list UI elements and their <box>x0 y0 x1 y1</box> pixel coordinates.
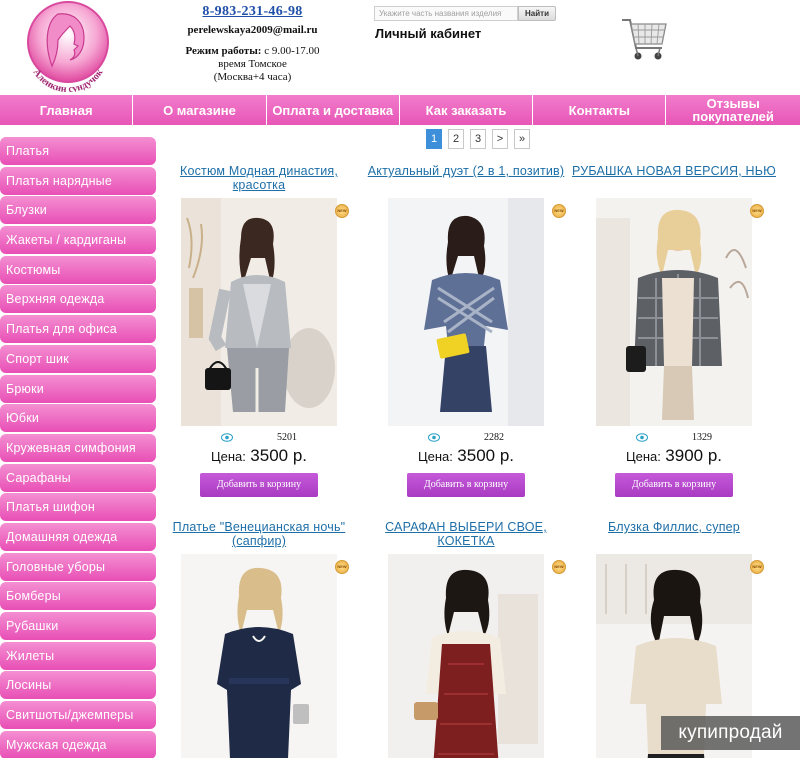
new-badge: NEW <box>552 560 566 574</box>
product-title[interactable]: Платье "Венецианская ночь" (сапфир) <box>154 520 364 548</box>
phone-link[interactable]: 8-983-231-46-98 <box>170 4 335 20</box>
hours-label: Режим работы: <box>185 45 262 57</box>
add-to-cart-button[interactable]: Добавить в корзину <box>407 473 525 497</box>
new-badge: NEW <box>750 204 764 218</box>
product-title[interactable]: РУБАШКА НОВАЯ ВЕРСИЯ, НЬЮ <box>569 164 779 192</box>
sidebar-item-bombers[interactable]: Бомберы <box>0 582 156 611</box>
category-sidebar: Платья Платья нарядные Блузки Жакеты / к… <box>0 137 156 758</box>
hours-zone: время Томское <box>218 58 287 70</box>
hours-value: с 9.00-17.00 <box>264 45 320 57</box>
add-to-cart-button[interactable]: Добавить в корзину <box>615 473 733 497</box>
last-page-button[interactable]: » <box>514 129 530 149</box>
sidebar-item-sweatshirts[interactable]: Свитшоты/джемперы <box>0 701 156 730</box>
account-link[interactable]: Личный кабинет <box>375 26 481 41</box>
product-card: Актуальный дуэт (2 в 1, позитив) NEW 228… <box>361 164 571 497</box>
email-text: perelewskaya2009@mail.ru <box>187 24 318 36</box>
product-card: РУБАШКА НОВАЯ ВЕРСИЯ, НЬЮ NEW 1329 Цена:… <box>569 164 779 497</box>
pagination: 1 2 3 > » <box>426 129 530 149</box>
sidebar-item-dresses[interactable]: Платья <box>0 137 156 165</box>
product-price: Цена: 3500 р. <box>361 446 571 466</box>
views-eye-icon <box>636 433 648 442</box>
sidebar-item-headwear[interactable]: Головные уборы <box>0 552 156 581</box>
product-title[interactable]: САРАФАН ВЫБЕРИ СВОЕ, КОКЕТКА <box>361 520 571 548</box>
product-meta: 1329 <box>569 432 779 443</box>
new-badge: NEW <box>335 560 349 574</box>
nav-reviews[interactable]: Отзывы покупателей <box>666 95 799 125</box>
sidebar-item-shirts[interactable]: Рубашки <box>0 612 156 640</box>
cart-icon[interactable] <box>620 14 670 66</box>
product-photo[interactable]: NEW <box>388 554 566 758</box>
working-hours: Режим работы: с 9.00-17.00 время Томское… <box>170 45 335 84</box>
sidebar-item-suits[interactable]: Костюмы <box>0 255 156 284</box>
watermark: купипродай <box>661 716 800 750</box>
views-count: 1329 <box>692 432 712 443</box>
sidebar-item-chiffon[interactable]: Платья шифон <box>0 493 156 522</box>
sidebar-item-jackets[interactable]: Жакеты / кардиганы <box>0 226 156 255</box>
views-eye-icon <box>428 433 440 442</box>
product-price: Цена: 3500 р. <box>154 446 364 466</box>
price-label: Цена: <box>625 449 661 464</box>
nav-home[interactable]: Главная <box>0 95 134 125</box>
sidebar-item-outerwear[interactable]: Верхняя одежда <box>0 285 156 314</box>
sidebar-item-menswear[interactable]: Мужская одежда <box>0 730 156 758</box>
sidebar-item-lace[interactable]: Кружевная симфония <box>0 433 156 462</box>
product-card: Платье "Венецианская ночь" (сапфир) NEW <box>154 520 364 758</box>
sidebar-item-skirts[interactable]: Юбки <box>0 404 156 433</box>
sidebar-item-sundresses[interactable]: Сарафаны <box>0 463 156 492</box>
product-title[interactable]: Костюм Модная династия, красотка <box>154 164 364 192</box>
sidebar-item-office-dresses[interactable]: Платья для офиса <box>0 315 156 344</box>
hours-offset: (Москва+4 часа) <box>213 71 292 83</box>
nav-contacts[interactable]: Контакты <box>533 95 667 125</box>
product-title[interactable]: Актуальный дуэт (2 в 1, позитив) <box>361 164 571 192</box>
views-count: 5201 <box>277 432 297 443</box>
main-nav: Главная О магазине Оплата и доставка Как… <box>0 95 800 125</box>
price-value: 3500 р. <box>250 446 308 465</box>
price-value: 3900 р. <box>665 446 723 465</box>
new-badge: NEW <box>552 204 566 218</box>
sidebar-item-blouses[interactable]: Блузки <box>0 196 156 225</box>
sidebar-item-evening-dresses[interactable]: Платья нарядные <box>0 166 156 195</box>
contact-block: 8-983-231-46-98 perelewskaya2009@mail.ru… <box>170 4 335 84</box>
views-eye-icon <box>221 433 233 442</box>
product-meta: 5201 <box>154 432 364 443</box>
price-label: Цена: <box>210 449 246 464</box>
add-to-cart-button[interactable]: Добавить в корзину <box>200 473 318 497</box>
sidebar-item-sport-chic[interactable]: Спорт шик <box>0 344 156 373</box>
sidebar-item-leggings[interactable]: Лосины <box>0 671 156 700</box>
nav-about[interactable]: О магазине <box>133 95 267 125</box>
page-1-button[interactable]: 1 <box>426 129 442 149</box>
views-count: 2282 <box>484 432 504 443</box>
product-card: Костюм Модная династия, красотка NEW 520… <box>154 164 364 497</box>
product-photo[interactable]: NEW <box>181 198 349 426</box>
sidebar-item-homewear[interactable]: Домашняя одежда <box>0 522 156 551</box>
new-badge: NEW <box>750 560 764 574</box>
site-logo[interactable]: Аленкин сундучок <box>18 0 118 95</box>
search-button[interactable]: Найти <box>518 6 556 21</box>
page-3-button[interactable]: 3 <box>470 129 486 149</box>
nav-payment-delivery[interactable]: Оплата и доставка <box>267 95 400 125</box>
search-input[interactable]: Укажите часть названия изделия <box>374 6 518 21</box>
product-card: САРАФАН ВЫБЕРИ СВОЕ, КОКЕТКА NEW <box>361 520 571 758</box>
product-price: Цена: 3900 р. <box>569 446 779 466</box>
product-photo[interactable]: NEW <box>181 554 349 758</box>
product-title[interactable]: Блузка Филлис, супер <box>569 520 779 548</box>
sidebar-item-vests[interactable]: Жилеты <box>0 641 156 670</box>
next-page-button[interactable]: > <box>492 129 508 149</box>
product-meta: 2282 <box>361 432 571 443</box>
product-photo[interactable]: NEW <box>596 198 764 426</box>
nav-how-to-order[interactable]: Как заказать <box>400 95 534 125</box>
page-2-button[interactable]: 2 <box>448 129 464 149</box>
new-badge: NEW <box>335 204 349 218</box>
sidebar-item-trousers[interactable]: Брюки <box>0 374 156 403</box>
product-photo[interactable]: NEW <box>388 198 566 426</box>
price-value: 3500 р. <box>457 446 515 465</box>
price-label: Цена: <box>417 449 453 464</box>
